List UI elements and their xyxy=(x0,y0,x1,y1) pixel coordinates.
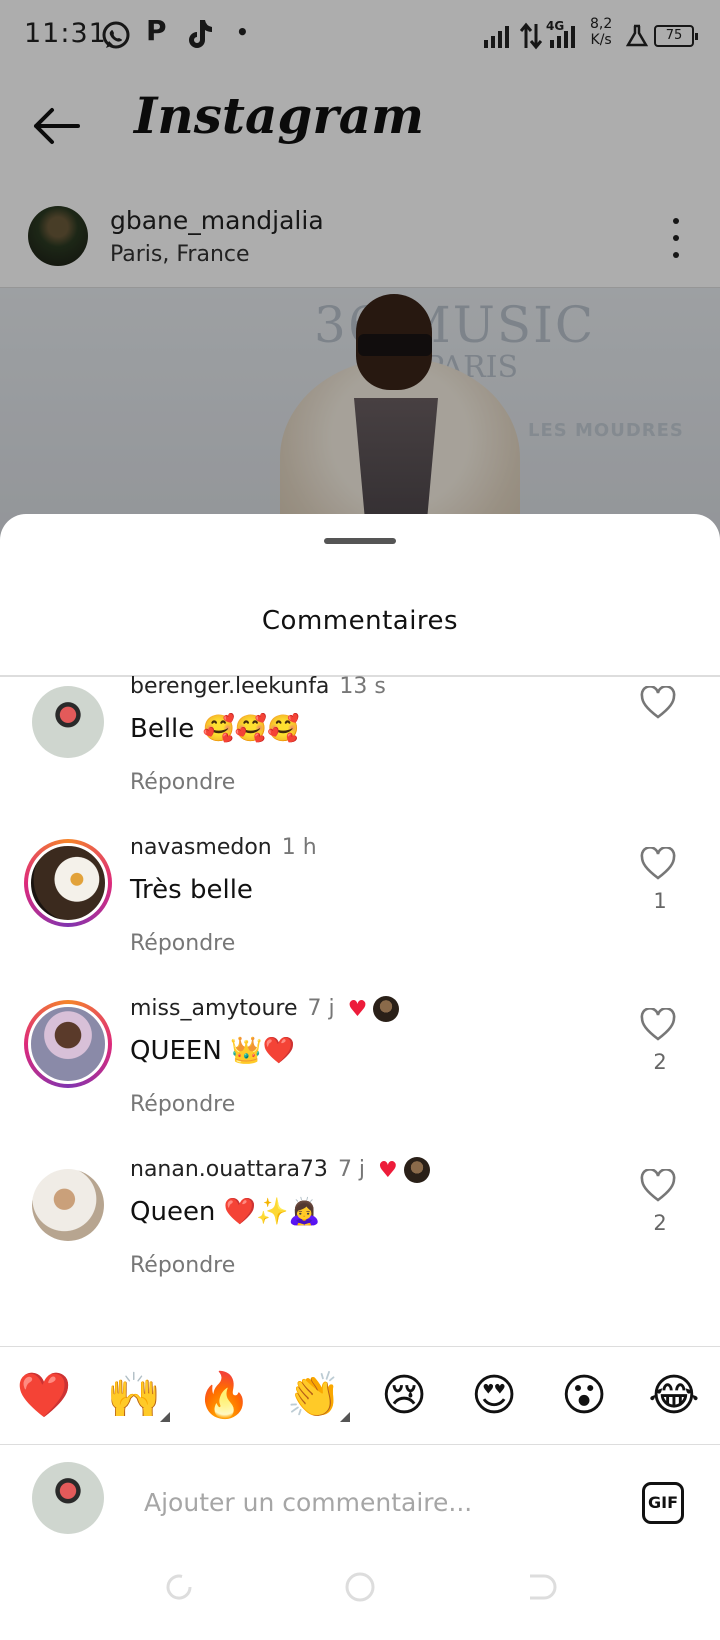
avatar-photo xyxy=(28,1004,108,1084)
liked-by-author: ♥ xyxy=(348,996,400,1022)
like-button[interactable] xyxy=(640,1168,680,1209)
like-button[interactable] xyxy=(640,1007,680,1048)
liked-by-author: ♥ xyxy=(378,1157,430,1183)
comment-composer: GIF xyxy=(0,1446,720,1556)
recents-nav-icon[interactable] xyxy=(162,1570,196,1604)
comment-text: QUEEN 👑❤️ xyxy=(130,1036,295,1066)
commenter-avatar[interactable] xyxy=(32,686,104,758)
comment-text: Belle 🥰🥰🥰 xyxy=(130,714,300,744)
comment-item: navasmedon 1 h Très belle Répondre 1 xyxy=(0,835,720,1003)
heart-filled-icon: ♥ xyxy=(378,1157,398,1183)
system-nav-bar xyxy=(0,1552,720,1640)
current-user-avatar xyxy=(32,1462,104,1534)
comment-username[interactable]: miss_amytoure xyxy=(130,996,298,1021)
reaction-heart-eyes[interactable]: 😍 xyxy=(464,1366,524,1426)
like-count: 2 xyxy=(653,1211,667,1235)
divider xyxy=(0,1444,720,1445)
comment-text: Très belle xyxy=(130,875,253,905)
comment-item: miss_amytoure 7 j ♥ QUEEN 👑❤️ Répondre 2 xyxy=(0,996,720,1164)
divider xyxy=(0,1346,720,1347)
comment-header: miss_amytoure 7 j ♥ xyxy=(130,996,400,1022)
like-count: 1 xyxy=(653,889,667,913)
commenter-avatar[interactable] xyxy=(32,1169,104,1241)
comment-item: berenger.leekunfa 13 s Belle 🥰🥰🥰 Répondre xyxy=(0,674,720,842)
author-mini-avatar xyxy=(373,996,400,1022)
reply-button[interactable]: Répondre xyxy=(130,1253,235,1278)
comment-time: 7 j xyxy=(337,1157,366,1182)
gif-button[interactable]: GIF xyxy=(642,1482,684,1524)
comment-header: berenger.leekunfa 13 s xyxy=(130,674,386,699)
reply-button[interactable]: Répondre xyxy=(130,931,235,956)
sheet-title: Commentaires xyxy=(261,606,459,636)
back-nav-icon[interactable] xyxy=(524,1570,558,1604)
avatar-photo xyxy=(28,843,108,923)
quick-reaction-bar: ❤️ 🙌 🔥 👏 😢 😍 😮 😂 xyxy=(0,1348,720,1444)
commenter-avatar[interactable] xyxy=(24,1000,112,1088)
reaction-fire[interactable]: 🔥 xyxy=(194,1366,254,1426)
reaction-surprised[interactable]: 😮 xyxy=(554,1366,614,1426)
comments-sheet: Commentaires berenger.leekunfa 13 s Belle… xyxy=(0,514,720,1640)
reaction-heart[interactable]: ❤️ xyxy=(14,1366,74,1426)
heart-outline-icon xyxy=(640,1007,676,1041)
comment-time: 13 s xyxy=(339,674,386,699)
home-nav-icon[interactable] xyxy=(343,1570,377,1604)
reply-button[interactable]: Répondre xyxy=(130,770,235,795)
drag-handle[interactable] xyxy=(324,538,396,544)
heart-outline-icon xyxy=(640,846,676,880)
like-button[interactable] xyxy=(640,846,680,887)
reply-button[interactable]: Répondre xyxy=(130,1092,235,1117)
comment-username[interactable]: nanan.ouattara73 xyxy=(130,1157,328,1182)
like-count: 2 xyxy=(653,1050,667,1074)
modal-backdrop[interactable] xyxy=(0,0,720,540)
reaction-tears-of-joy[interactable]: 😂 xyxy=(644,1366,704,1426)
commenter-avatar[interactable] xyxy=(24,839,112,927)
comment-text: Queen ❤️✨🙇‍♀️ xyxy=(130,1197,321,1227)
comment-header: navasmedon 1 h xyxy=(130,835,317,860)
comment-item: nanan.ouattara73 7 j ♥ Queen ❤️✨🙇‍♀️ Répo… xyxy=(0,1157,720,1325)
comment-header: nanan.ouattara73 7 j ♥ xyxy=(130,1157,430,1183)
reaction-crying-face[interactable]: 😢 xyxy=(374,1366,434,1426)
comment-username[interactable]: berenger.leekunfa xyxy=(130,674,329,699)
reaction-raising-hands[interactable]: 🙌 xyxy=(104,1366,170,1426)
comment-username[interactable]: navasmedon xyxy=(130,835,272,860)
reaction-clapping-hands[interactable]: 👏 xyxy=(284,1366,350,1426)
like-button[interactable] xyxy=(640,685,680,726)
comment-input[interactable] xyxy=(144,1480,614,1524)
comment-time: 7 j xyxy=(307,996,335,1021)
author-mini-avatar xyxy=(403,1157,430,1183)
heart-filled-icon: ♥ xyxy=(347,996,368,1022)
comment-time: 1 h xyxy=(281,835,317,860)
heart-outline-icon xyxy=(640,1168,676,1202)
heart-outline-icon xyxy=(640,685,676,719)
